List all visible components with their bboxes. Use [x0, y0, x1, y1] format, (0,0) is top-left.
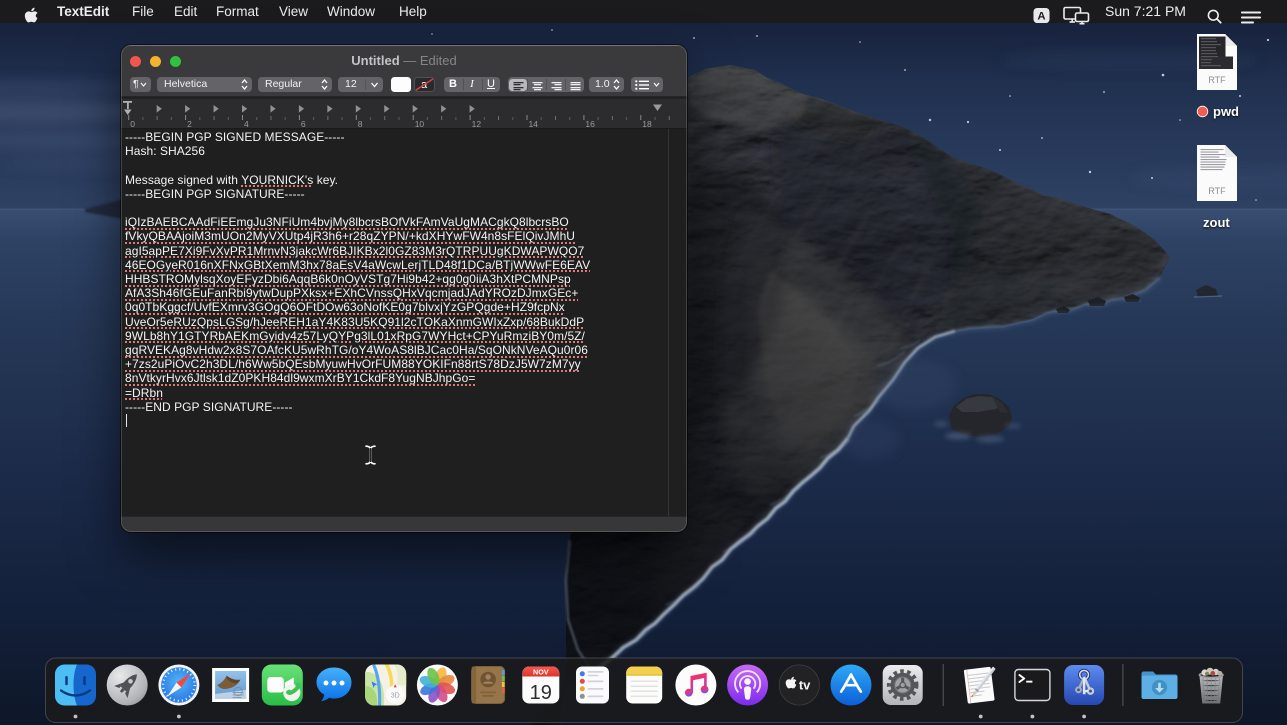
- svg-text:8: 8: [358, 119, 363, 129]
- svg-text:18: 18: [642, 119, 652, 129]
- svg-text:NOV: NOV: [533, 667, 549, 676]
- svg-text:0: 0: [130, 119, 135, 129]
- svg-text:12: 12: [472, 119, 482, 129]
- svg-text:RTF: RTF: [1208, 186, 1226, 196]
- svg-text:2: 2: [187, 119, 192, 129]
- svg-text:10: 10: [415, 119, 425, 129]
- svg-text:19: 19: [530, 682, 552, 704]
- svg-text:3D: 3D: [391, 693, 400, 700]
- svg-text:RTF: RTF: [1208, 75, 1226, 85]
- svg-text:16: 16: [585, 119, 595, 129]
- svg-text:6: 6: [301, 119, 306, 129]
- svg-text:A: A: [1037, 10, 1045, 22]
- svg-text:14: 14: [529, 119, 539, 129]
- svg-text:4: 4: [244, 119, 249, 129]
- svg-text:tv: tv: [799, 677, 811, 692]
